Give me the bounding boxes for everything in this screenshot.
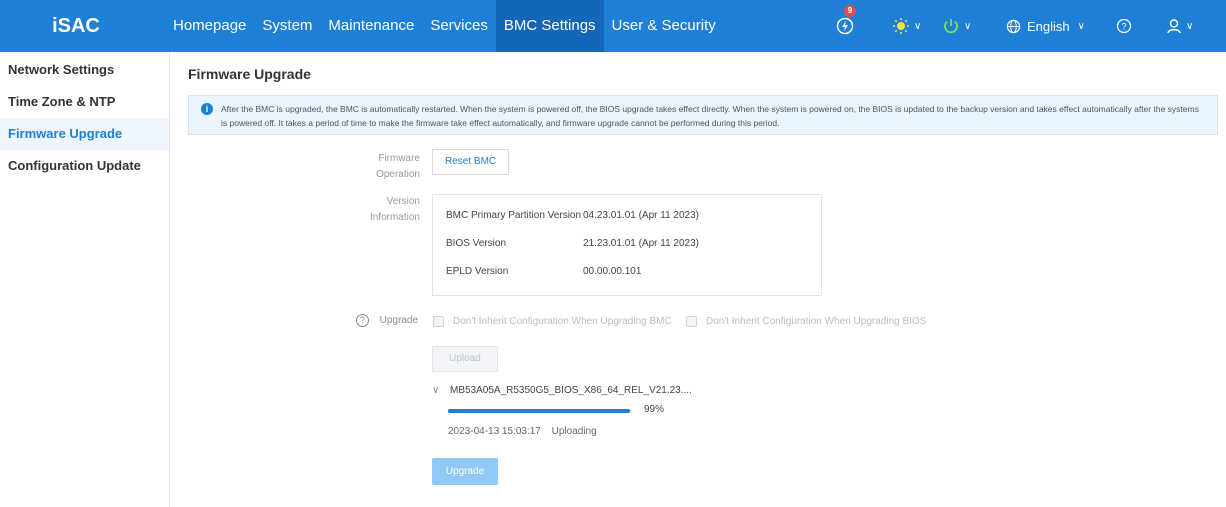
- upload-progress-bar: [448, 409, 632, 413]
- nav-homepage[interactable]: Homepage: [165, 0, 254, 52]
- label-line: Operation: [376, 169, 420, 180]
- upgrade-button[interactable]: Upgrade: [432, 458, 498, 485]
- user-icon: [1167, 19, 1181, 34]
- sidebar-item-time-zone-ntp[interactable]: Time Zone & NTP: [0, 86, 169, 118]
- sidebar-item-configuration-update[interactable]: Configuration Update: [0, 150, 169, 182]
- upload-button[interactable]: Upload: [432, 346, 498, 372]
- upload-status: 2023-04-13 15:03:17 Uploading: [448, 426, 597, 437]
- top-bar: iSAC Homepage System Maintenance Service…: [0, 0, 1226, 52]
- user-menu[interactable]: ∨: [1166, 13, 1193, 39]
- alarm-count-badge: 9: [844, 5, 856, 17]
- upload-timestamp: 2023-04-13 15:03:17: [448, 426, 541, 437]
- sidebar-item-firmware-upgrade[interactable]: Firmware Upgrade: [0, 118, 169, 150]
- info-notice: i After the BMC is upgraded, the BMC is …: [188, 95, 1218, 135]
- version-information-label: Version Information: [350, 195, 420, 225]
- chevron-down-icon: ∨: [914, 20, 922, 32]
- dont-inherit-bmc-checkbox[interactable]: [433, 316, 444, 327]
- chevron-down-icon: ∨: [964, 20, 972, 32]
- svg-text:?: ?: [1121, 22, 1126, 32]
- page-title: Firmware Upgrade: [188, 66, 311, 82]
- notice-text: After the BMC is upgraded, the BMC is au…: [221, 104, 1199, 128]
- firmware-operation-label: Firmware Operation: [350, 152, 420, 182]
- app-logo: iSAC: [52, 14, 100, 37]
- main-nav: Homepage System Maintenance Services BMC…: [165, 0, 724, 52]
- sidebar: Network Settings Time Zone & NTP Firmwar…: [0, 52, 170, 507]
- upload-progress-fill: [448, 409, 631, 413]
- nav-services[interactable]: Services: [422, 0, 496, 52]
- chevron-down-icon: ∨: [1186, 20, 1194, 32]
- upgrade-label: Upgrade: [379, 315, 418, 326]
- upgrade-help-icon[interactable]: ?: [356, 314, 369, 327]
- lightning-alarm-icon: [836, 17, 854, 35]
- power-icon: [944, 19, 958, 34]
- language-dropdown[interactable]: English ∨: [1006, 13, 1085, 39]
- dont-inherit-bmc-label: Don't Inherit Configuration When Upgradi…: [453, 316, 672, 327]
- uploaded-file-name: MB53A05A_R5350G5_BIOS_X86_64_REL_V21.23.…: [450, 385, 692, 396]
- bios-version-value: 21.23.01.01 (Apr 11 2023): [583, 238, 700, 249]
- file-expand-chevron-icon[interactable]: ∨: [432, 385, 439, 396]
- bios-version-name: BIOS Version: [446, 238, 507, 249]
- nav-bmc-settings[interactable]: BMC Settings: [495, 0, 604, 52]
- label-line: Version: [386, 196, 420, 207]
- help-circle-icon: ?: [1116, 18, 1132, 34]
- nav-user-security[interactable]: User & Security: [604, 0, 724, 52]
- language-label: English: [1027, 18, 1070, 34]
- nav-system[interactable]: System: [254, 0, 320, 52]
- dont-inherit-bios-checkbox[interactable]: [686, 316, 697, 327]
- label-line: Information: [369, 212, 420, 223]
- label-line: Firmware: [378, 153, 420, 164]
- sidebar-item-network-settings[interactable]: Network Settings: [0, 54, 169, 86]
- globe-icon: [1006, 19, 1021, 33]
- epld-version-value: 00.00.00.101: [583, 266, 642, 277]
- bmc-version-value: 04.23.01.01 (Apr 11 2023): [583, 210, 700, 221]
- help-button[interactable]: ?: [1116, 13, 1132, 39]
- nav-maintenance[interactable]: Maintenance: [320, 0, 422, 52]
- upload-progress-percent: 99%: [644, 404, 665, 415]
- power-dropdown[interactable]: ∨: [942, 13, 971, 39]
- sun-icon: [893, 18, 909, 34]
- upload-state: Uploading: [551, 426, 597, 437]
- bmc-version-name: BMC Primary Partition Version: [446, 210, 582, 221]
- version-info-panel: BMC Primary Partition Version 04.23.01.0…: [432, 194, 822, 296]
- toolbar: 9 ∨ ∨ English ∨ ? ∨: [826, 0, 1226, 52]
- dont-inherit-bios-label: Don't Inherit Configuration When Upgradi…: [706, 316, 927, 327]
- alarm-button[interactable]: 9: [836, 5, 856, 39]
- chevron-down-icon: ∨: [1077, 20, 1085, 32]
- main-content: Firmware Upgrade i After the BMC is upgr…: [170, 52, 1226, 507]
- reset-bmc-button[interactable]: Reset BMC: [432, 149, 510, 175]
- theme-dropdown[interactable]: ∨: [892, 13, 921, 39]
- info-icon: i: [201, 103, 213, 115]
- epld-version-name: EPLD Version: [446, 266, 509, 277]
